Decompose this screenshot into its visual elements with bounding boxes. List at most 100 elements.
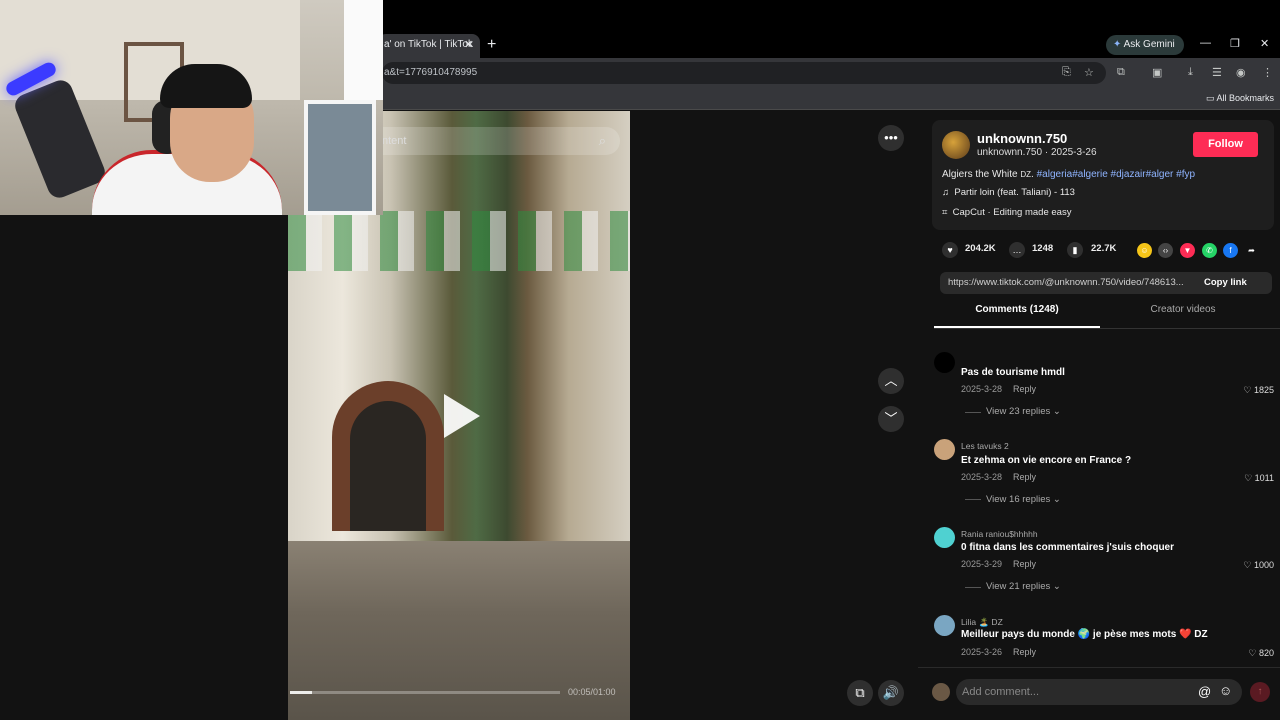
view-replies-button[interactable]: View 16 replies ⌄ <box>986 494 1061 505</box>
reply-button[interactable]: Reply <box>1013 472 1036 482</box>
author-subline: unknownn.750 · 2025-3-26 <box>977 147 1097 158</box>
close-window-icon[interactable]: ✕ <box>1260 37 1269 50</box>
share-arrow-icon[interactable]: ➦ <box>1244 243 1259 258</box>
author-avatar[interactable] <box>942 131 970 159</box>
share-link-field[interactable]: https://www.tiktok.com/@unknownn.750/vid… <box>940 272 1198 294</box>
heart-icon: ♡ <box>1243 385 1254 395</box>
tab-comments[interactable]: Comments (1248) <box>934 304 1100 328</box>
download-icon[interactable]: ⤓ <box>1188 66 1193 79</box>
video-progress-track[interactable] <box>290 691 560 694</box>
music-line[interactable]: ♫ Partir loin (feat. Taliani) - 113 <box>942 187 1075 198</box>
comment-avatar[interactable] <box>934 439 955 460</box>
restore-icon[interactable]: ❐ <box>1230 37 1240 50</box>
ask-gemini-button[interactable]: ✦ Ask Gemini <box>1106 35 1184 55</box>
view-replies-label: View 16 replies <box>986 494 1051 505</box>
replies-divider <box>965 412 981 413</box>
like-count: 204.2K <box>965 243 996 254</box>
comment-like-button[interactable]: ♡ 820 <box>1228 648 1274 659</box>
extensions-icon[interactable]: ⧉ <box>1117 66 1125 79</box>
chevron-down-icon: ⌄ <box>1052 581 1061 592</box>
search-icon[interactable]: ⌕ <box>599 127 606 155</box>
sidebar-icon[interactable]: ▣ <box>1152 66 1162 79</box>
reply-button[interactable]: Reply <box>1013 559 1036 569</box>
comment-date: 2025-3-28 <box>961 472 1003 482</box>
copy-link-button[interactable]: Copy link <box>1198 272 1272 294</box>
menu-dots-icon[interactable]: ⋮ <box>1262 66 1273 79</box>
follow-button[interactable]: Follow <box>1193 132 1258 157</box>
tab-creator-videos[interactable]: Creator videos <box>1100 304 1266 328</box>
whatsapp-icon[interactable]: ✆ <box>1202 243 1217 258</box>
like-icon[interactable]: ♥ <box>942 242 958 258</box>
embed-icon[interactable]: ‹› <box>1158 243 1173 258</box>
current-user-avatar <box>932 683 950 701</box>
webcam-window-light <box>344 0 383 100</box>
volume-icon[interactable]: 🔊 <box>878 680 904 706</box>
comment-text: Et zehma on vie encore en France ? <box>961 455 1132 466</box>
view-replies-label: View 21 replies <box>986 581 1051 592</box>
comment-text: 0 fitna dans les commentaires j'suis cho… <box>961 542 1175 553</box>
comment-date: 2025-3-28 <box>961 384 1003 394</box>
comment-avatar[interactable] <box>934 615 955 636</box>
all-bookmarks-label: All Bookmarks <box>1216 93 1275 103</box>
picture-in-picture-icon[interactable]: ⧉ <box>847 680 873 706</box>
mention-icon[interactable]: @ <box>1198 684 1211 699</box>
music-title: Partir loin (feat. Taliani) - 113 <box>954 187 1075 198</box>
facebook-icon[interactable]: f <box>1223 243 1238 258</box>
reply-button[interactable]: Reply <box>1013 384 1036 394</box>
comment-avatar[interactable] <box>934 352 955 373</box>
video-progress-fill <box>290 691 312 694</box>
save-count: 22.7K <box>1091 243 1117 254</box>
video-time: 00:05/01:00 <box>568 687 616 697</box>
play-icon[interactable] <box>444 394 480 438</box>
next-video-icon[interactable]: ﹀ <box>878 406 904 432</box>
comment-like-button[interactable]: ♡ 1825 <box>1228 385 1274 396</box>
comment-icon[interactable]: … <box>1009 242 1025 258</box>
comment-username[interactable]: Les tavuks 2 <box>961 441 1009 451</box>
view-replies-label: View 23 replies <box>986 406 1051 417</box>
comment-avatar[interactable] <box>934 527 955 548</box>
send-comment-icon[interactable]: ↑ <box>1250 682 1270 702</box>
comment-date: 2025-3-26 <box>961 647 1003 657</box>
url-text: a&t=1776910478995 <box>384 67 478 78</box>
address-bar[interactable]: a&t=1776910478995 <box>382 62 1106 84</box>
replies-divider <box>965 587 981 588</box>
cast-icon[interactable]: ⎘ <box>1062 66 1071 79</box>
author-username[interactable]: unknownn.750 <box>977 131 1067 146</box>
webcam-person-cap <box>160 64 252 108</box>
comment-like-count: 1000 <box>1253 560 1274 570</box>
video-flags-scene <box>288 211 630 271</box>
send-to-friends-icon[interactable]: ▼ <box>1180 243 1195 258</box>
caption-flag: DZ <box>1020 170 1032 179</box>
heart-icon: ♡ <box>1248 648 1259 658</box>
minimize-icon[interactable]: — <box>1200 37 1211 49</box>
heart-icon: ♡ <box>1243 560 1254 570</box>
previous-video-icon[interactable]: ︿ <box>878 368 904 394</box>
capcut-icon: ⌗ <box>942 207 953 218</box>
reply-button[interactable]: Reply <box>1013 647 1036 657</box>
all-bookmarks-link[interactable]: ▭ All Bookmarks <box>1206 93 1274 104</box>
comment-like-count: 820 <box>1258 648 1274 658</box>
bookmark-star-icon[interactable]: ☆ <box>1084 66 1094 79</box>
reading-list-icon[interactable]: ☰ <box>1212 66 1222 79</box>
emoji-icon[interactable]: ☺ <box>1219 683 1232 698</box>
search-input[interactable]: ntent ⌕ <box>370 127 620 155</box>
more-options-icon[interactable]: ••• <box>878 125 904 151</box>
comment-text: Meilleur pays du monde 🌍 je pèse mes mot… <box>961 629 1208 640</box>
comment-username[interactable]: Rania raniou$hhhhh <box>961 529 1038 539</box>
new-tab-icon[interactable]: + <box>487 36 496 54</box>
caption-hashtags[interactable]: #algeria#algerie #djazair#alger #fyp <box>1037 169 1195 180</box>
video-doorway-scene <box>350 401 426 531</box>
comment-like-button[interactable]: ♡ 1000 <box>1228 560 1274 571</box>
webcam-overlay <box>0 0 383 215</box>
view-replies-button[interactable]: View 23 replies ⌄ <box>986 406 1061 417</box>
save-icon[interactable]: ▮ <box>1067 242 1083 258</box>
tab-close-icon[interactable]: ✕ <box>464 38 473 51</box>
capcut-line[interactable]: ⌗ CapCut · Editing made easy <box>942 207 1071 218</box>
comment-like-button[interactable]: ♡ 1011 <box>1228 473 1274 484</box>
profile-icon[interactable]: ◉ <box>1236 66 1246 79</box>
view-replies-button[interactable]: View 21 replies ⌄ <box>986 581 1061 592</box>
chevron-down-icon: ⌄ <box>1052 406 1061 417</box>
chevron-down-icon: ⌄ <box>1052 494 1061 505</box>
comment-username[interactable]: Lilia 🏝️ DZ <box>961 617 1003 628</box>
coin-icon[interactable]: ☺ <box>1137 243 1152 258</box>
